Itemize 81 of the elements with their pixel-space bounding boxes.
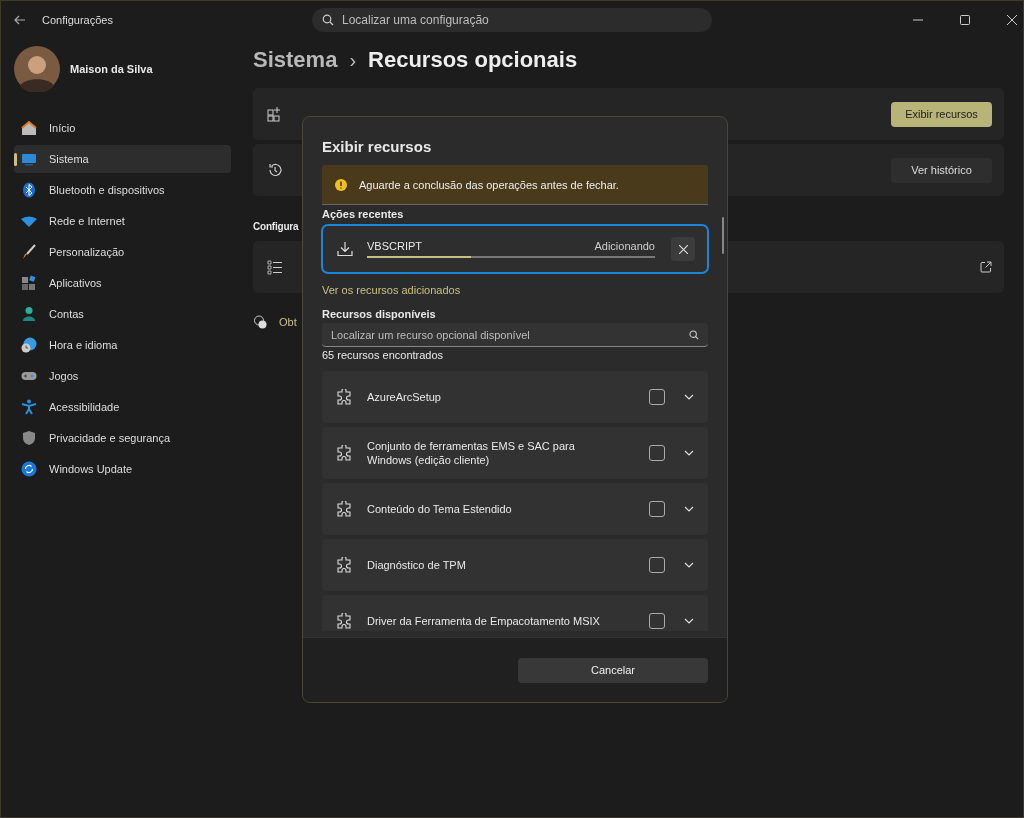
download-icon — [337, 241, 353, 257]
chevron-down-icon[interactable] — [684, 506, 694, 512]
checkbox[interactable] — [649, 445, 665, 461]
card-button[interactable]: Exibir recursos — [891, 101, 992, 127]
section-heading: Recursos disponíveis — [322, 308, 437, 322]
close-icon — [678, 244, 688, 254]
external-link-icon[interactable] — [980, 261, 992, 273]
brush-icon — [21, 244, 37, 260]
feature-name: Driver da Ferramenta de Empacotamento MSIX — [367, 614, 601, 628]
window-title: Configurações — [42, 14, 113, 26]
nav-item[interactable]: Início — [14, 114, 231, 142]
puzzle-icon — [336, 557, 352, 573]
feature-name: Diagnóstico de TPM — [367, 558, 467, 572]
nav-item[interactable]: Hora e idioma — [14, 331, 231, 359]
feature-name: Conjunto de ferramentas EMS e SAC para Windows (edição cliente) — [367, 439, 576, 467]
bluetooth-icon — [21, 182, 37, 198]
monitor-icon — [21, 151, 37, 167]
chevron-down-icon[interactable] — [684, 618, 694, 624]
feature-item[interactable]: Conteúdo do Tema Estendido — [322, 483, 708, 535]
section-heading: Configura — [253, 221, 300, 232]
section-heading: Ações recentes — [322, 208, 405, 222]
user-name: Maison da Silva — [70, 63, 153, 75]
puzzle-icon — [336, 613, 352, 629]
dialog-title: Exibir recursos — [321, 137, 433, 157]
nav-item[interactable]: Aplicativos — [14, 269, 231, 297]
feature-name: VBSCRIPT — [367, 240, 422, 252]
feature-name: AzureArcSetup — [367, 390, 442, 404]
apps-icon — [21, 275, 37, 291]
checkbox[interactable] — [649, 389, 665, 405]
breadcrumb-parent[interactable]: Sistema — [253, 47, 338, 73]
house-icon — [21, 120, 37, 136]
accessibility-icon — [21, 399, 37, 415]
cancel-button[interactable]: Cancelar — [518, 657, 708, 683]
history-icon — [267, 162, 283, 178]
nav-item[interactable]: Rede e Internet — [14, 207, 231, 235]
warning-text: Aguarde a conclusão das operações antes de fechar. — [359, 178, 619, 191]
add-apps-icon — [267, 106, 283, 122]
checkbox[interactable] — [649, 613, 665, 629]
feature-item[interactable]: Diagnóstico de TPM — [322, 539, 708, 591]
breadcrumb-separator: › — [349, 48, 357, 72]
nav-item[interactable]: Acessibilidade — [14, 393, 231, 421]
checkbox[interactable] — [649, 501, 665, 517]
result-count: 65 recursos encontrados — [322, 349, 445, 363]
chevron-down-icon[interactable] — [684, 394, 694, 400]
feature-item[interactable]: AzureArcSetup — [322, 371, 708, 423]
nav-item[interactable]: Personalização — [14, 238, 231, 266]
warning-icon — [335, 178, 347, 191]
cancel-action-button[interactable] — [671, 237, 695, 261]
update-icon — [21, 461, 37, 477]
nav-item[interactable]: Bluetooth e dispositivos — [14, 176, 231, 204]
card-button[interactable]: Ver histórico — [891, 157, 992, 183]
avatar — [14, 46, 60, 92]
puzzle-icon — [336, 445, 352, 461]
page-title: Recursos opcionais — [368, 47, 578, 73]
person-icon — [21, 306, 37, 322]
close-icon[interactable] — [1007, 15, 1017, 25]
feature-name: Conteúdo do Tema Estendido — [367, 502, 513, 516]
status-text: Adicionando — [594, 240, 655, 252]
globe-clock-icon — [21, 337, 37, 353]
puzzle-icon — [336, 389, 352, 405]
back-icon[interactable] — [14, 15, 26, 25]
nav-item[interactable]: Jogos — [14, 362, 231, 390]
checkbox[interactable] — [649, 557, 665, 573]
shield-icon — [21, 430, 37, 446]
puzzle-icon — [336, 501, 352, 517]
nav-item[interactable]: Windows Update — [14, 455, 231, 483]
chevron-down-icon[interactable] — [684, 562, 694, 568]
chevron-down-icon[interactable] — [684, 450, 694, 456]
help-icon — [253, 315, 267, 329]
feature-item[interactable]: Conjunto de ferramentas EMS e SAC para Windows (edição cliente) — [322, 427, 708, 479]
list-icon — [267, 259, 283, 275]
search-icon — [322, 14, 334, 26]
scrollbar[interactable] — [722, 217, 724, 254]
search-icon — [689, 329, 699, 340]
nav-item[interactable]: Privacidade e segurança — [14, 424, 231, 452]
maximize-icon[interactable] — [960, 15, 970, 25]
added-features-link[interactable]: Ver os recursos adicionados — [322, 284, 708, 298]
feature-item[interactable]: Driver da Ferramenta de Empacotamento MSIX — [322, 595, 708, 631]
nav-item[interactable]: Sistema — [14, 145, 231, 173]
help-link[interactable]: Obt — [279, 316, 297, 328]
nav-item[interactable]: Contas — [14, 300, 231, 328]
